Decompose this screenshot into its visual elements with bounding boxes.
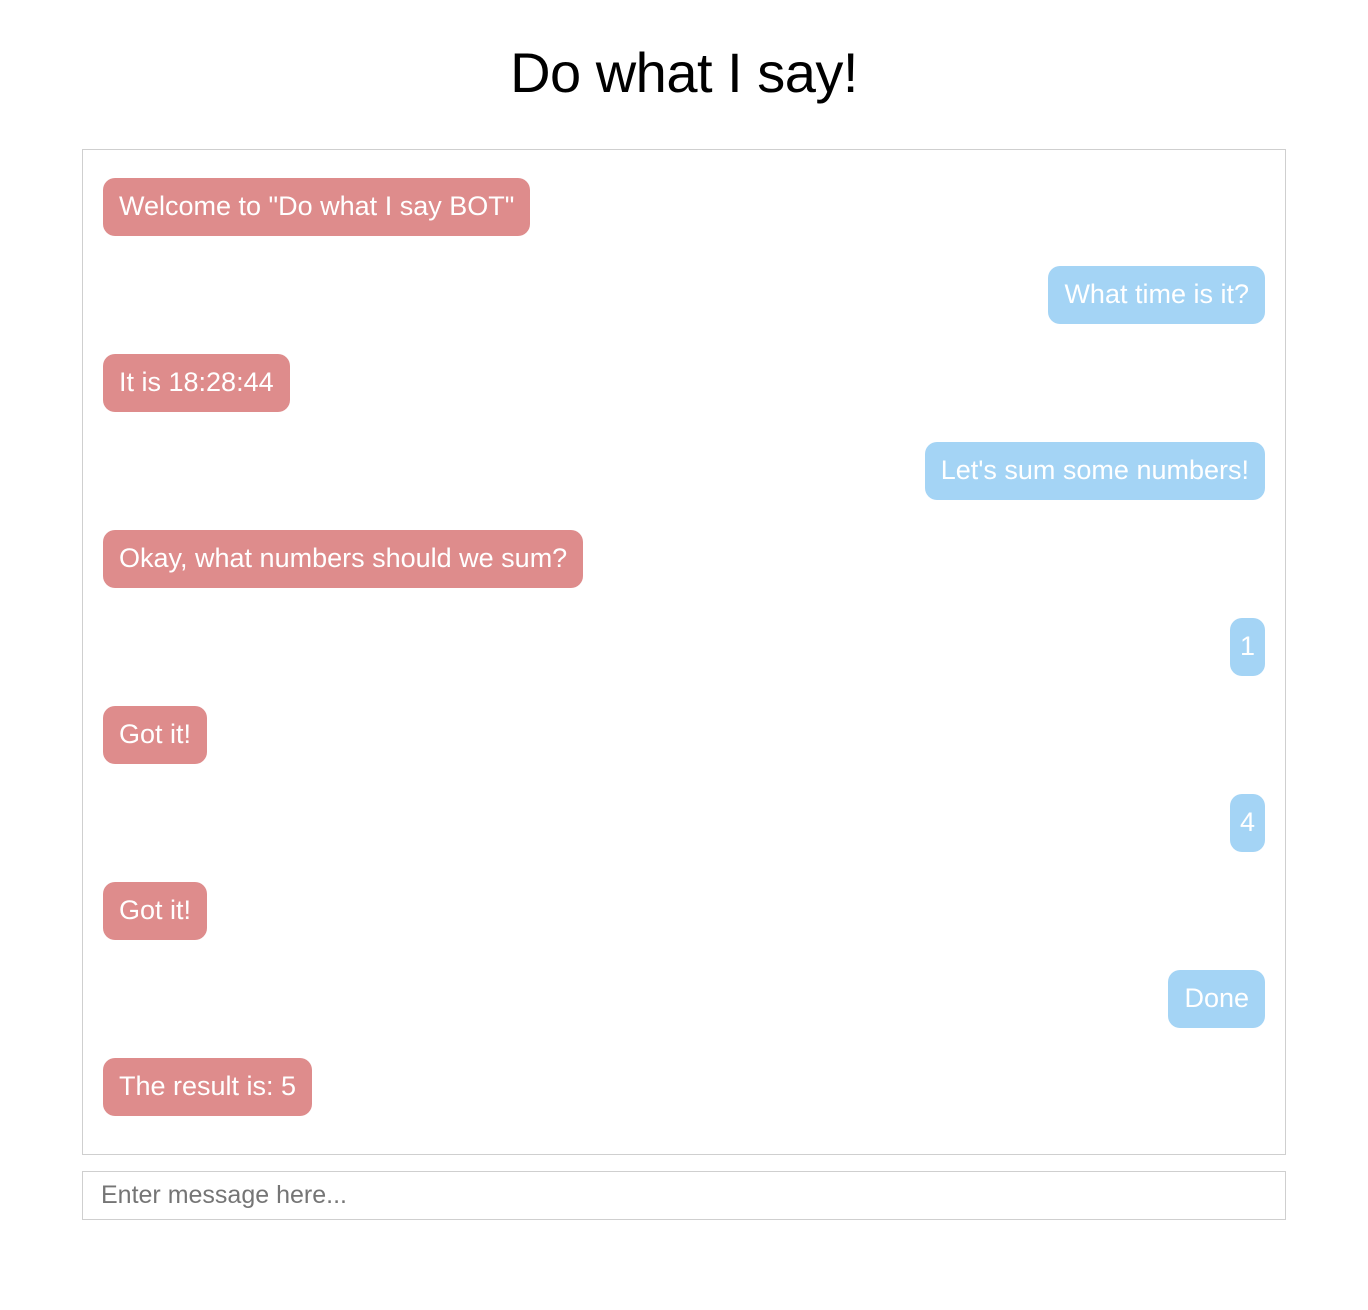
message-row: 4: [103, 793, 1265, 852]
message-input[interactable]: [99, 1170, 1269, 1220]
message-row: The result is: 5: [103, 1057, 1265, 1116]
message-row: Got it!: [103, 705, 1265, 764]
bot-message-bubble: Okay, what numbers should we sum?: [103, 529, 584, 588]
bot-message-bubble: It is 18:28:44: [103, 353, 290, 412]
bot-message-bubble: Got it!: [103, 881, 208, 940]
user-message-bubble: 1: [1229, 617, 1265, 676]
chat-message-list[interactable]: Welcome to "Do what I say BOT" What time …: [82, 148, 1286, 1155]
user-message-bubble: Done: [1168, 969, 1265, 1028]
message-row: Okay, what numbers should we sum?: [103, 529, 1265, 588]
message-row: Done: [103, 969, 1265, 1028]
bot-message-bubble: The result is: 5: [103, 1057, 313, 1116]
message-row: It is 18:28:44: [103, 353, 1265, 412]
chat-wrapper: Welcome to "Do what I say BOT" What time …: [82, 148, 1286, 1155]
message-row: Welcome to "Do what I say BOT": [103, 177, 1265, 236]
page-title: Do what I say!: [510, 41, 858, 104]
message-composer[interactable]: [82, 1170, 1286, 1220]
message-row: What time is it?: [103, 265, 1265, 324]
bot-message-bubble: Got it!: [103, 705, 208, 764]
user-message-bubble: 4: [1229, 793, 1265, 852]
message-row: 1: [103, 617, 1265, 676]
message-row: Got it!: [103, 881, 1265, 940]
bot-message-bubble: Welcome to "Do what I say BOT": [103, 177, 531, 236]
user-message-bubble: Let's sum some numbers!: [924, 441, 1265, 500]
message-row: Let's sum some numbers!: [103, 441, 1265, 500]
user-message-bubble: What time is it?: [1048, 265, 1265, 324]
